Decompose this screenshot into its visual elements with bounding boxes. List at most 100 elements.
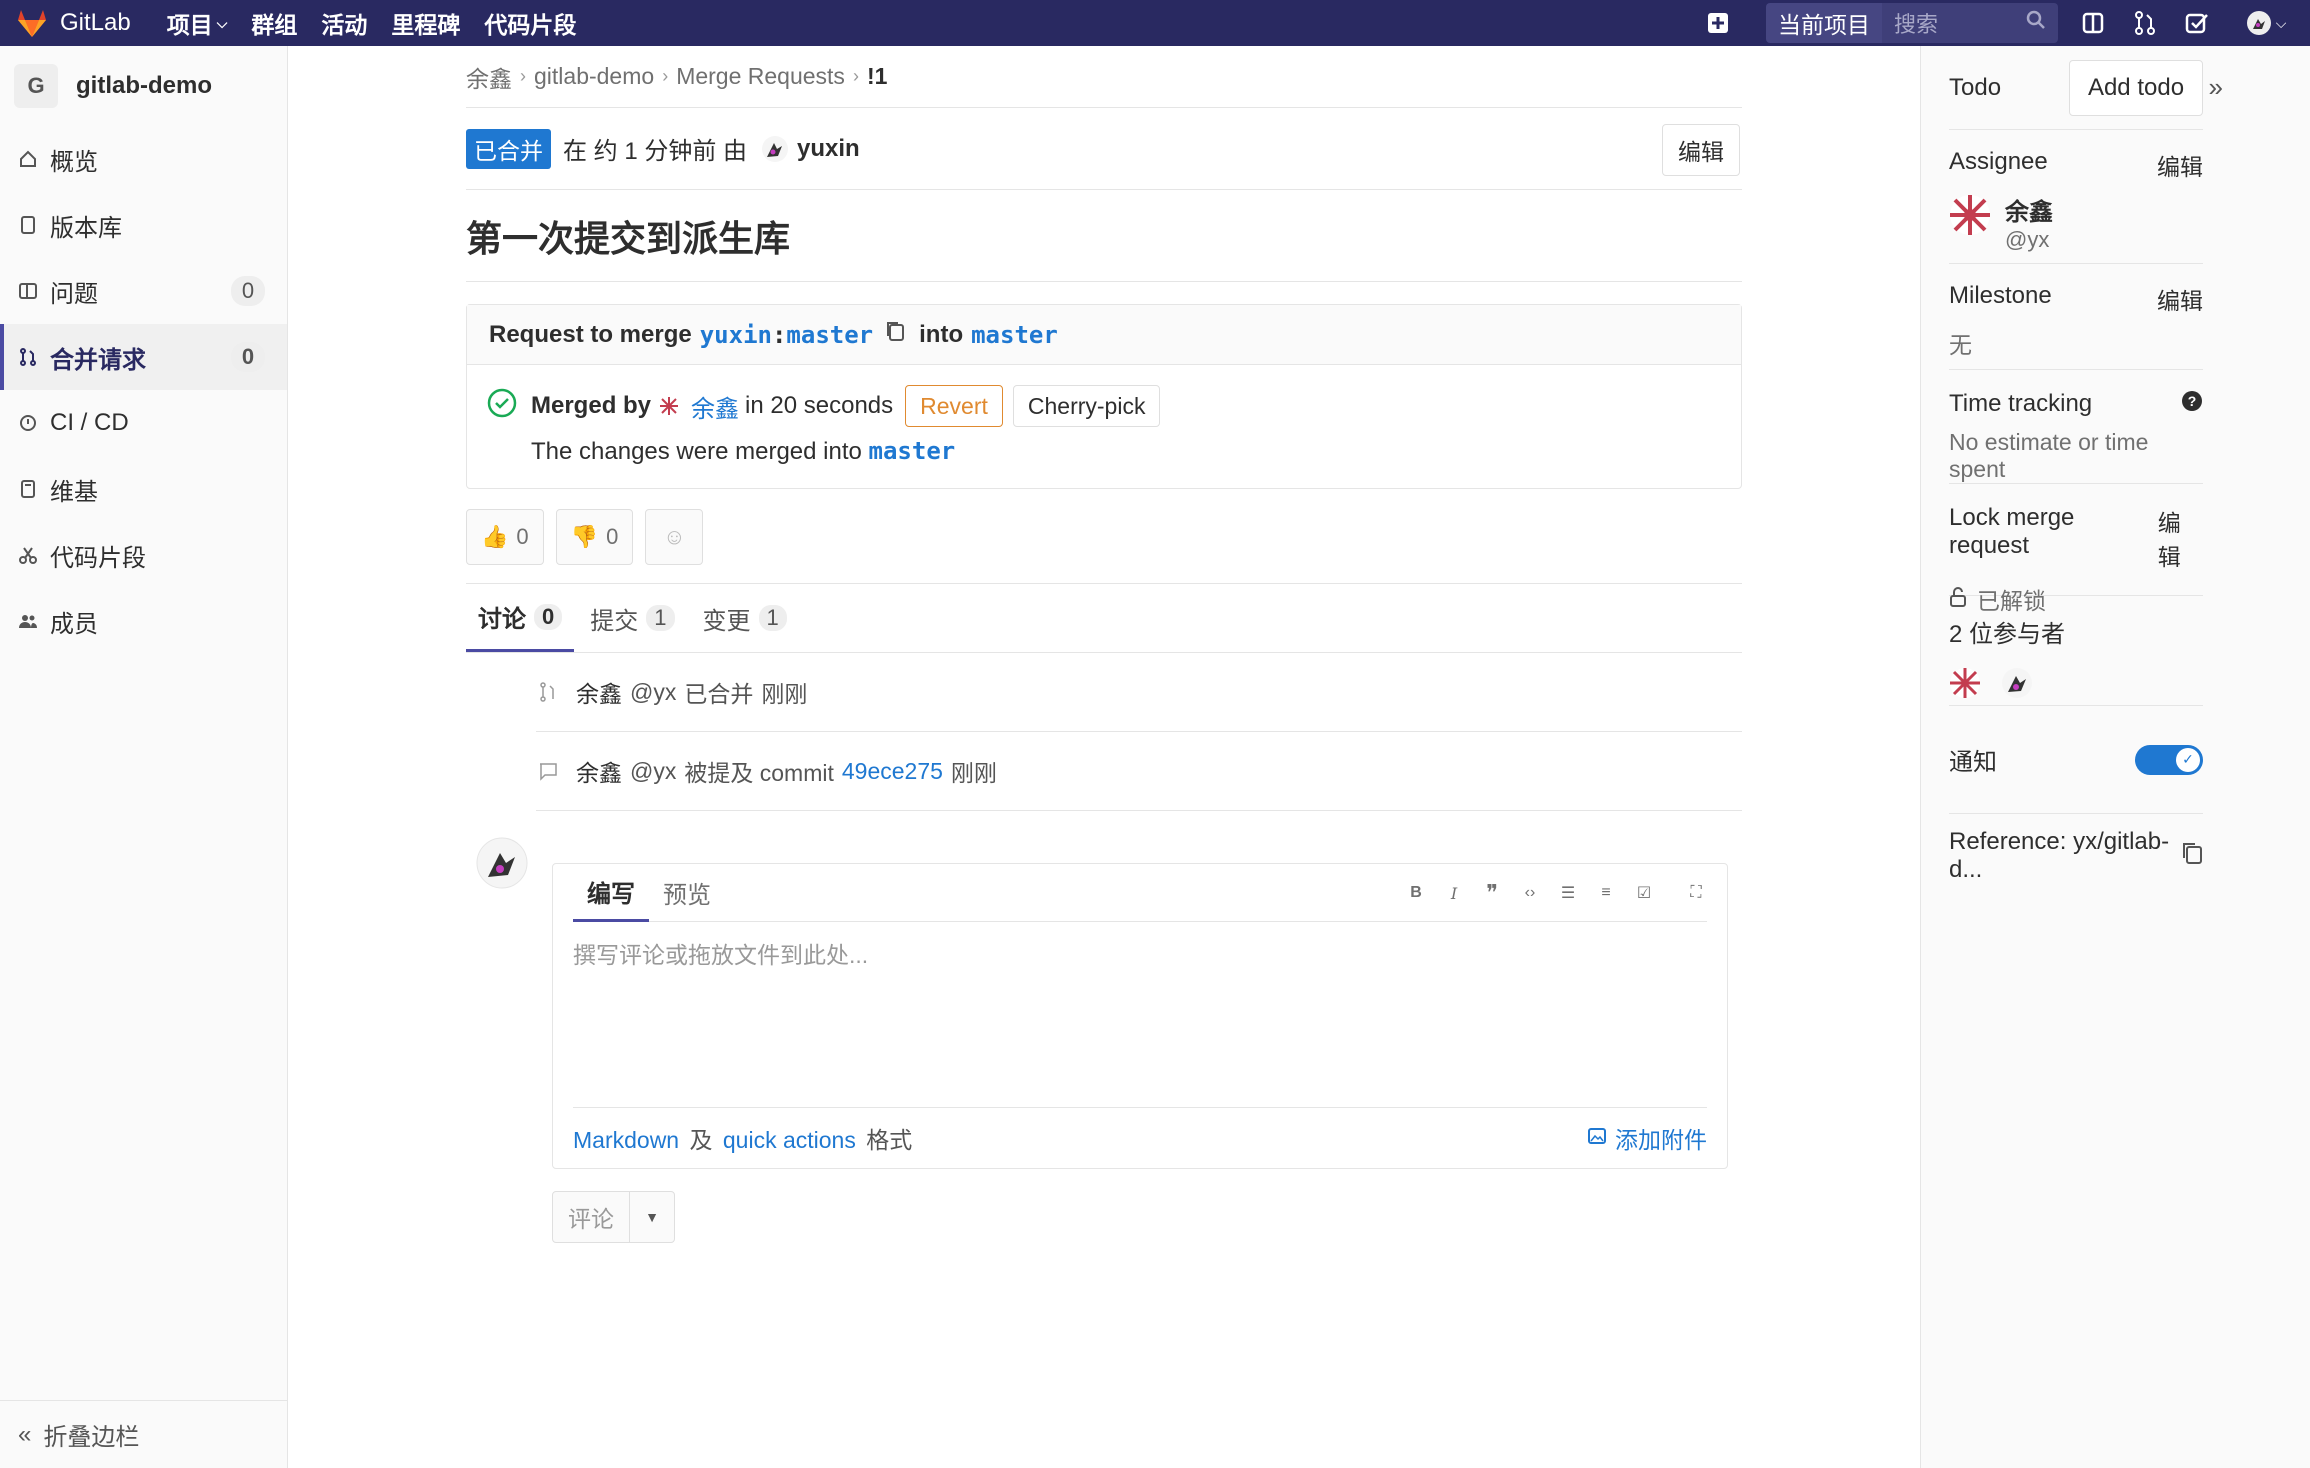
avatar[interactable] (1949, 667, 1981, 699)
merge-requests-count-badge: 0 (231, 342, 265, 372)
merge-request-info: Request to merge yuxin: master into maste… (467, 305, 1741, 365)
gitlab-logo-icon[interactable] (16, 8, 48, 38)
new-plus-icon[interactable] (1696, 10, 1740, 36)
sidebar-item-merge-requests[interactable]: 合并请求 0 (0, 324, 287, 390)
edit-milestone-link[interactable]: 编辑 (2157, 282, 2203, 316)
add-emoji-button[interactable]: ☺ (645, 509, 704, 565)
copy-icon[interactable] (885, 320, 905, 349)
source-namespace[interactable]: yuxin (700, 321, 772, 349)
note-handle[interactable]: @yx (630, 679, 676, 706)
avatar[interactable] (2001, 667, 2033, 699)
breadcrumb-merge-requests[interactable]: Merge Requests (676, 63, 845, 90)
nav-projects[interactable]: 项目 ⌵ (167, 6, 228, 40)
avatar[interactable] (1949, 194, 1991, 236)
breadcrumb-user[interactable]: 余鑫 (466, 60, 512, 94)
avatar (476, 837, 528, 889)
markdown-link[interactable]: Markdown (573, 1127, 679, 1153)
nav-milestones[interactable]: 里程碑 (391, 6, 460, 40)
double-chevron-right-icon[interactable]: » (2209, 72, 2223, 103)
sidebar-item-repository[interactable]: 版本库 (0, 192, 287, 258)
todos-icon[interactable] (2184, 10, 2210, 36)
tab-discussion[interactable]: 讨论 0 (466, 584, 575, 652)
mr-tabs: 讨论 0 提交 1 变更 1 (466, 583, 1742, 653)
project-name: gitlab-demo (76, 72, 212, 99)
tab-preview[interactable]: 预览 (649, 864, 725, 922)
nav-groups[interactable]: 群组 (251, 6, 297, 40)
sidebar-item-ci-cd[interactable]: CI / CD (0, 390, 287, 456)
merged-branch[interactable]: master (869, 437, 956, 465)
sidebar-item-overview[interactable]: 概览 (0, 126, 287, 192)
assignee-name[interactable]: 余鑫 (2005, 192, 2053, 227)
note-user[interactable]: 余鑫 (576, 675, 622, 709)
project-header[interactable]: G gitlab-demo (0, 46, 287, 126)
nav-snippets[interactable]: 代码片段 (484, 6, 576, 40)
target-branch[interactable]: master (971, 321, 1058, 349)
issuable-sidebar: Todo Add todo » Assignee 编辑 余鑫 @yx Milest… (1920, 46, 2310, 1468)
italic-icon[interactable]: I (1443, 882, 1465, 904)
fullscreen-icon[interactable]: ⛶ (1685, 882, 1707, 904)
merge-requests-icon[interactable] (2132, 10, 2158, 36)
breadcrumb-project[interactable]: gitlab-demo (534, 63, 654, 90)
notifications-toggle[interactable] (2135, 744, 2203, 775)
tab-commits[interactable]: 提交 1 (578, 584, 686, 652)
mr-status-bar: 已合并 在 约 1 分钟前 由 yuxin 编辑 (466, 108, 1742, 190)
tab-changes[interactable]: 变更 1 (691, 584, 799, 652)
mr-author[interactable]: yuxin (797, 135, 860, 163)
edit-assignee-link[interactable]: 编辑 (2157, 148, 2203, 182)
comment-textarea[interactable]: 撰写评论或拖放文件到此处... (573, 922, 1707, 1108)
time-tracking-value: No estimate or time spent (1949, 429, 2149, 482)
image-icon (1587, 1125, 1607, 1152)
user-avatar-menu[interactable]: ⌵ (2236, 10, 2296, 36)
search-scope-button[interactable]: 当前项目 (1766, 3, 1882, 43)
source-branch[interactable]: master (786, 321, 873, 349)
edit-lock-link[interactable]: 编辑 (2158, 504, 2203, 572)
nav-activity[interactable]: 活动 (321, 6, 367, 40)
note-time: 刚刚 (950, 760, 997, 786)
help-icon[interactable]: ? (2181, 390, 2203, 419)
book-icon (18, 478, 40, 500)
issues-icon[interactable] (2080, 10, 2106, 36)
cherry-pick-button[interactable]: Cherry-pick (1012, 385, 1161, 427)
comment-type-dropdown[interactable]: ▼ (629, 1191, 675, 1243)
edit-mr-button[interactable]: 编辑 (1662, 124, 1740, 176)
task-list-icon[interactable]: ☑ (1633, 882, 1655, 904)
comment-button[interactable]: 评论 (552, 1191, 630, 1243)
revert-button[interactable]: Revert (905, 385, 1003, 427)
chevron-down-icon: ⌵ (2275, 14, 2287, 31)
quote-icon[interactable]: ❞ (1481, 880, 1503, 905)
notifications-block: 通知 (1949, 706, 2203, 814)
collapse-sidebar-button[interactable]: « 折叠边栏 (0, 1400, 288, 1468)
issues-icon (18, 280, 40, 302)
sidebar-item-snippets[interactable]: 代码片段 (0, 522, 287, 588)
breadcrumb-mr-id[interactable]: !1 (867, 63, 887, 90)
thumbs-down-button[interactable]: 👎 0 (555, 509, 634, 565)
svg-text:?: ? (2188, 393, 2197, 409)
project-avatar: G (14, 64, 58, 108)
sidebar-item-wiki[interactable]: 维基 (0, 456, 287, 522)
commit-link[interactable]: 49ece275 (842, 758, 943, 785)
brand-name[interactable]: GitLab (60, 9, 131, 37)
comment-editor: 编写 预览 B I ❞ ‹› ☰ ≡ ☑ ⛶ 撰写评论或拖放文件到此处... M… (552, 863, 1728, 1169)
bold-icon[interactable]: B (1405, 882, 1427, 904)
merged-by-line: Merged by 余鑫 in 20 seconds Revert Cherry… (487, 385, 1721, 427)
bullet-list-icon[interactable]: ☰ (1557, 882, 1579, 904)
merged-by-user[interactable]: 余鑫 (691, 389, 739, 424)
avatar[interactable] (659, 396, 679, 416)
thumbs-up-button[interactable]: 👍 0 (466, 509, 544, 565)
smiley-icon: ☺ (663, 524, 686, 549)
avatar[interactable] (761, 135, 789, 163)
tab-write[interactable]: 编写 (573, 864, 649, 922)
sidebar-item-issues[interactable]: 问题 0 (0, 258, 287, 324)
note-handle[interactable]: @yx (630, 758, 676, 785)
note-user[interactable]: 余鑫 (576, 754, 622, 788)
attach-file-button[interactable]: 添加附件 (1587, 1121, 1707, 1155)
search-input[interactable]: 搜索 (1882, 3, 2058, 43)
numbered-list-icon[interactable]: ≡ (1595, 882, 1617, 904)
code-icon[interactable]: ‹› (1519, 882, 1541, 904)
comment-icon (536, 761, 560, 781)
sidebar-item-members[interactable]: 成员 (0, 588, 287, 654)
scissors-icon (18, 544, 40, 566)
copy-icon[interactable] (2181, 841, 2203, 872)
quick-actions-link[interactable]: quick actions (723, 1127, 856, 1153)
add-todo-button[interactable]: Add todo (2069, 59, 2203, 116)
